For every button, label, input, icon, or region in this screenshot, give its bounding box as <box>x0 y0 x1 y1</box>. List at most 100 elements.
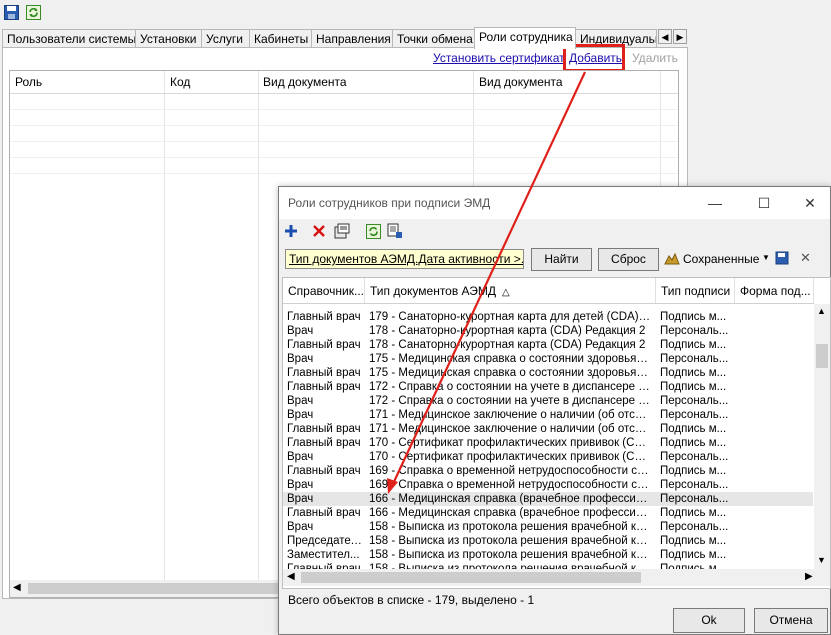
column-header-role[interactable]: Роль <box>15 75 42 89</box>
tab-directions[interactable]: Направления <box>311 29 393 48</box>
column-header-sign-form[interactable]: Форма под... <box>735 278 814 304</box>
grid-line <box>10 125 678 126</box>
close-filter-icon[interactable]: ✕ <box>800 250 811 266</box>
save-filter-icon[interactable] <box>774 250 790 266</box>
tab-employee-roles[interactable]: Роли сотрудника <box>474 27 576 49</box>
add-icon[interactable] <box>283 223 299 239</box>
cell-role: Врач <box>287 451 314 463</box>
cell-document-type: 158 - Выписка из протокола решения враче… <box>369 535 651 547</box>
table-row[interactable]: Врач 171 - Медицинское заключение о налич… <box>283 408 813 422</box>
column-header-document-type[interactable]: Тип документов АЭМД △ <box>365 278 656 304</box>
grid-line <box>10 93 678 94</box>
table-row[interactable]: Главный врач 178 - Санаторно-курортная ка… <box>283 338 813 352</box>
set-certificate-link[interactable]: Установить сертификат <box>433 51 565 65</box>
refresh-icon[interactable] <box>24 3 42 21</box>
reset-button[interactable]: Сброс <box>598 248 659 271</box>
filter-expression[interactable]: Тип документов АЭМД.Дата активности >... <box>285 249 524 269</box>
tab-exchange-points[interactable]: Точки обмена <box>392 29 475 48</box>
table-row[interactable]: Врач 175 - Медицинская справка о состояни… <box>283 352 813 366</box>
cell-role: Врач <box>287 325 314 337</box>
table-row[interactable]: Главный врач 175 - Медицинская справка о … <box>283 366 813 380</box>
export-icon[interactable] <box>387 223 403 239</box>
cell-role: Главный врач <box>287 507 361 519</box>
scroll-left-icon[interactable]: ◀ <box>287 571 295 582</box>
find-button[interactable]: Найти <box>531 248 592 271</box>
column-header-document-type-label: Тип документов АЭМД <box>370 284 497 298</box>
chevron-down-icon[interactable]: ▼ <box>762 253 770 262</box>
column-header-doc-type[interactable]: Вид документа <box>263 75 347 89</box>
save-icon[interactable] <box>2 3 20 21</box>
scroll-thumb[interactable] <box>28 583 278 594</box>
table-row[interactable]: Врач 169 - Справка о временной нетрудоспо… <box>283 478 813 492</box>
table-row[interactable]: Врач 166 - Медицинская справка (врачебное… <box>283 492 813 506</box>
cell-document-type: 170 - Сертификат профилактических привив… <box>369 451 651 463</box>
table-row[interactable]: Главный врач 169 - Справка о временной не… <box>283 464 813 478</box>
ok-button[interactable]: Ok <box>673 608 745 633</box>
table-row[interactable]: Врач 158 - Выписка из протокола решения в… <box>283 520 813 534</box>
table-row[interactable]: Врач 170 - Сертификат профилактических пр… <box>283 450 813 464</box>
table-row[interactable]: Главный врач 172 - Справка о состоянии на… <box>283 380 813 394</box>
cell-sign-type: Подпись м... <box>660 437 727 449</box>
cell-document-type: 169 - Справка о временной нетрудоспособн… <box>369 465 651 477</box>
horizontal-scrollbar[interactable]: ◀ ▶ <box>283 569 830 586</box>
tab-system-users[interactable]: Пользователи системы <box>2 29 136 48</box>
cell-document-type: 166 - Медицинская справка (врачебное про… <box>369 493 651 505</box>
cell-sign-type: Персональ... <box>660 521 729 533</box>
cell-document-type: 171 - Медицинское заключение о наличии (… <box>369 409 651 421</box>
grid-divider <box>164 71 165 597</box>
cell-document-type: 170 - Сертификат профилактических привив… <box>369 437 651 449</box>
cell-role: Врач <box>287 479 314 491</box>
employee-roles-dialog: Роли сотрудников при подписи ЭМД — ☐ ✕ Т… <box>278 186 831 635</box>
cell-sign-type: Персональ... <box>660 493 729 505</box>
table-row[interactable]: Врач 172 - Справка о состоянии на учете в… <box>283 394 813 408</box>
column-header-reference[interactable]: Справочник... <box>283 278 365 304</box>
table-row[interactable]: Главный врач 170 - Сертификат профилактич… <box>283 436 813 450</box>
cell-sign-type: Подпись м... <box>660 535 727 547</box>
tab-scroll-right-icon[interactable]: ▶ <box>673 29 687 44</box>
grid-line <box>10 173 678 174</box>
minimize-icon[interactable]: — <box>705 193 725 213</box>
scroll-left-icon[interactable]: ◀ <box>13 582 21 593</box>
tab-services[interactable]: Услуги <box>201 29 250 48</box>
cell-sign-type: Персональ... <box>660 409 729 421</box>
cell-role: Главный врач <box>287 311 361 323</box>
cell-role: Главный врач <box>287 437 361 449</box>
table-row[interactable]: Главный врач 179 - Санаторно-курортная ка… <box>283 310 813 324</box>
scroll-thumb[interactable] <box>301 572 641 583</box>
scroll-thumb[interactable] <box>816 344 828 368</box>
sort-asc-icon: △ <box>502 287 510 298</box>
scroll-right-icon[interactable]: ▶ <box>805 571 813 582</box>
cell-sign-type: Персональ... <box>660 353 729 365</box>
vertical-scrollbar[interactable]: ▲ ▼ <box>814 304 830 569</box>
cancel-button[interactable]: Отмена <box>754 608 828 633</box>
table-row[interactable]: Заместител... 158 - Выписка из протокола … <box>283 548 813 562</box>
refresh-icon[interactable] <box>365 223 381 239</box>
saved-filters-label[interactable]: Сохраненные <box>683 252 759 266</box>
scroll-down-icon[interactable]: ▼ <box>817 555 826 565</box>
column-header-code[interactable]: Код <box>170 75 190 89</box>
cell-sign-type: Подпись м... <box>660 507 727 519</box>
header-separator <box>283 303 814 304</box>
tab-scroll-left-icon[interactable]: ◀ <box>658 29 672 44</box>
cell-document-type: 179 - Санаторно-курортная карта для дете… <box>369 311 651 323</box>
cell-document-type: 175 - Медицинская справка о состоянии зд… <box>369 367 651 379</box>
dialog-toolbar <box>279 219 830 243</box>
delete-icon[interactable] <box>311 223 327 239</box>
tab-settings[interactable]: Установки <box>135 29 202 48</box>
edit-icon[interactable] <box>334 223 350 239</box>
tab-cabinets[interactable]: Кабинеты <box>249 29 312 48</box>
close-icon[interactable]: ✕ <box>800 193 820 213</box>
table-row[interactable]: Главный врач 171 - Медицинское заключение… <box>283 422 813 436</box>
cell-role: Врач <box>287 409 314 421</box>
saved-filters-icon[interactable] <box>664 250 680 266</box>
cell-sign-type: Подпись м... <box>660 381 727 393</box>
table-row[interactable]: Врач 178 - Санаторно-курортная карта (CDA… <box>283 324 813 338</box>
column-header-doc-type-2[interactable]: Вид документа <box>479 75 563 89</box>
scroll-up-icon[interactable]: ▲ <box>817 306 826 316</box>
column-header-sign-type[interactable]: Тип подписи <box>656 278 735 304</box>
maximize-icon[interactable]: ☐ <box>754 193 774 213</box>
cell-sign-type: Персональ... <box>660 395 729 407</box>
table-row[interactable]: Председатель 158 - Выписка из протокола р… <box>283 534 813 548</box>
cell-document-type: 172 - Справка о состоянии на учете в дис… <box>369 395 651 407</box>
table-row[interactable]: Главный врач 166 - Медицинская справка (в… <box>283 506 813 520</box>
